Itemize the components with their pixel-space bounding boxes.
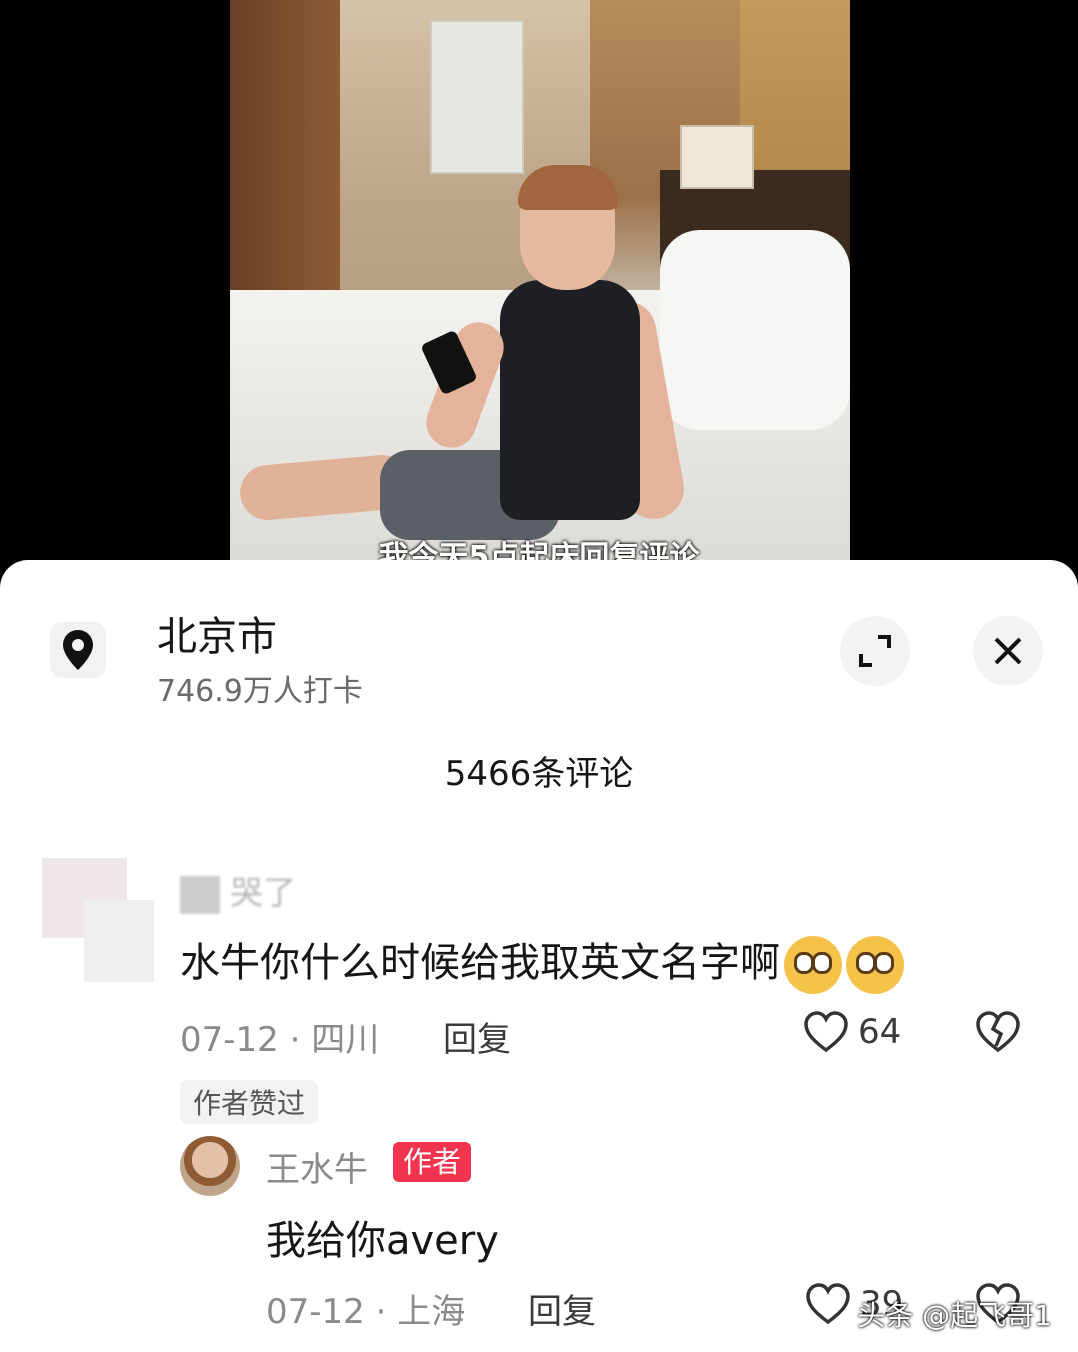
comment-username[interactable]: 哭了 [180,866,296,914]
close-button[interactable] [973,616,1043,686]
video-scene-pillow [660,230,850,430]
heart-icon[interactable] [803,1010,849,1054]
crying-face-emoji-icon [846,936,904,994]
watermark: 头条 @起飞哥1 [857,1299,1052,1332]
reply-text[interactable]: 我给你avery [266,1208,499,1266]
close-icon [994,637,1022,665]
video-scene-person-torso [500,280,640,520]
reply-button[interactable]: 回复 [528,1284,596,1333]
video-frame[interactable] [230,0,850,560]
location-title[interactable]: 北京市 [157,604,277,662]
expand-icon [859,635,891,667]
video-scene-lamp [680,125,754,189]
location-pin-icon[interactable] [50,622,106,678]
comment-meta: 07-12 · 四川 [180,1020,380,1060]
comment-count: 5466条评论 [444,754,634,794]
reply-button[interactable]: 回复 [443,1012,511,1061]
comments-sheet: 北京市 746.9万人打卡 5466条评论 哭了 水牛你什么时候给我取英文名字啊… [0,560,1078,1352]
author-tag: 作者 [393,1142,472,1182]
avatar[interactable] [180,1136,240,1196]
author-liked-badge: 作者赞过 [180,1080,319,1124]
video-scene-shelf [430,20,524,174]
reply-username[interactable]: 王水牛 [266,1142,368,1191]
broken-heart-icon[interactable] [975,1010,1021,1054]
heart-icon[interactable] [805,1282,851,1326]
expand-button[interactable] [840,616,910,686]
blurred-block [180,875,220,914]
reply-meta: 07-12 · 上海 [266,1292,466,1332]
like-count: 64 [858,1012,902,1052]
video-player[interactable]: 我今天5点起床回复评论 [0,0,1078,600]
avatar-blur [84,900,154,982]
comment-text[interactable]: 水牛你什么时候给我取英文名字啊 [180,930,904,994]
location-checkin-count: 746.9万人打卡 [157,674,363,709]
crying-face-emoji-icon [784,936,842,994]
video-scene-wall [230,0,340,320]
video-scene-person-hair [518,165,618,210]
